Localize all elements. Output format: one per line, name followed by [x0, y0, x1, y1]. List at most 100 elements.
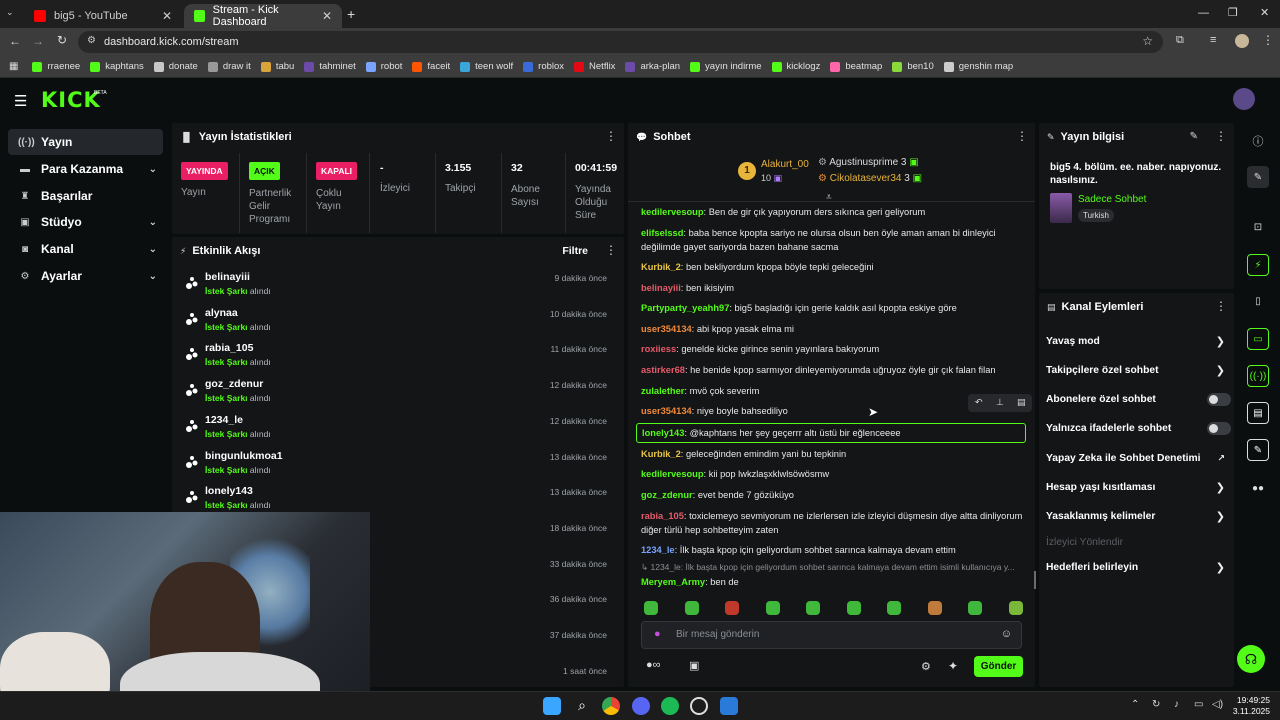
channel-action-item[interactable]: Yapay Zeka ile Sohbet Denetimi ↗ — [1046, 448, 1231, 468]
leader-name[interactable]: Agustinusprime — [829, 157, 898, 168]
channel-action-item[interactable]: Hedefleri belirleyin ❯ — [1046, 557, 1231, 577]
chat-scrollbar[interactable] — [1034, 571, 1036, 589]
chat-message[interactable]: 1234_le: İlk başta kpop için geliyordum … — [641, 543, 1026, 557]
bookmark-item[interactable]: yayın indirme — [690, 61, 762, 72]
close-tab-icon[interactable]: ✕ — [322, 9, 332, 23]
windows-start-icon[interactable] — [543, 697, 561, 715]
sidebar-item-kanal[interactable]: ◙ Kanal ⌄ — [8, 236, 163, 262]
bookmark-item[interactable]: tahminet — [304, 61, 356, 72]
sidebar-item-para-kazanma[interactable]: ▬ Para Kazanma ⌄ — [8, 156, 163, 182]
activity-item[interactable]: alynaa İstek Şarkı alındı 10 dakika önce — [172, 302, 617, 338]
emote-icon[interactable] — [887, 601, 901, 615]
chat-message[interactable]: roxiiess: genelde kicke girince senin ya… — [641, 342, 1026, 356]
chat-username[interactable]: 1234_le — [641, 545, 675, 555]
channel-action-item[interactable]: Yasaklanmış kelimeler ❯ — [1046, 506, 1231, 526]
kick-points-icon[interactable]: ●∞ — [646, 659, 661, 671]
rail-edit[interactable]: ✎ — [1240, 166, 1276, 188]
activity-username[interactable]: 1234_le — [205, 414, 243, 426]
emote-icon[interactable] — [684, 601, 699, 615]
chat-message[interactable]: Kurbik_2: geleceğinden emindim yani bu t… — [641, 447, 1026, 461]
apps-grid-icon[interactable]: ▦ — [9, 61, 18, 72]
filter-button[interactable]: Filtre — [562, 245, 588, 257]
rail-tools[interactable]: ✎ — [1240, 438, 1276, 462]
chat-message[interactable]: goz_zdenur: evet bende 7 gözüküyo — [641, 488, 1026, 502]
chat-username[interactable]: lonely143 — [642, 428, 684, 438]
rail-activity[interactable]: ⚡ — [1240, 253, 1276, 277]
pin-icon[interactable]: ⊥ — [996, 397, 1004, 408]
activity-username[interactable]: belinayiii — [205, 271, 250, 283]
toggle-switch[interactable] — [1207, 392, 1231, 406]
activity-username[interactable]: bingunlukmoa1 — [205, 450, 283, 462]
emote-icon[interactable] — [765, 601, 780, 615]
chat-username[interactable]: zulalether — [641, 386, 684, 396]
emote-icon[interactable] — [846, 601, 861, 615]
new-tab-icon[interactable]: + — [347, 6, 355, 22]
edit-icon[interactable]: ✎ — [1190, 131, 1198, 142]
rail-chat[interactable]: ▭ — [1240, 327, 1276, 351]
bookmark-item[interactable]: ben10 — [892, 61, 934, 72]
chat-username[interactable]: user354134 — [641, 324, 692, 334]
kick-logo[interactable]: KICK — [41, 88, 101, 112]
activity-item[interactable]: bingunlukmoa1 İstek Şarkı alındı 13 dakika… — [172, 445, 617, 481]
activity-item[interactable]: goz_zdenur İstek Şarkı alındı 12 dakika ön… — [172, 373, 617, 409]
bookmark-item[interactable]: kaphtans — [90, 61, 144, 72]
more-options-icon[interactable]: ⋮ — [1215, 299, 1227, 313]
sync-icon[interactable]: ↻ — [1152, 699, 1160, 710]
sidebar-item-yayin[interactable]: ((·)) Yayın — [8, 129, 163, 155]
reload-icon[interactable]: ↻ — [57, 33, 67, 47]
rail-broadcast[interactable]: ((·)) — [1240, 364, 1276, 388]
tab-list-icon[interactable]: ⌄ — [6, 7, 22, 21]
bookmark-item[interactable]: faceit — [412, 61, 450, 72]
chat-message[interactable]: Kurbik_2: ben bekliyordum kpopa böyle te… — [641, 260, 1026, 274]
bookmark-item[interactable]: donate — [153, 61, 198, 72]
url-field[interactable]: ⚙ dashboard.kick.com/stream ☆ — [78, 31, 1163, 53]
chat-username[interactable]: Meryem_Army — [641, 577, 705, 587]
bookmark-item[interactable]: Netflix — [574, 61, 615, 72]
chat-message[interactable]: kedilervesoup: kii pop lwkzlaşxklwlsöwös… — [641, 467, 1026, 481]
help-headset-icon[interactable]: ☊ — [1237, 645, 1265, 673]
emoji-icon[interactable]: ☺ — [1001, 628, 1012, 640]
sidebar-item-ayarlar[interactable]: ⚙ Ayarlar ⌄ — [8, 263, 163, 289]
activity-username[interactable]: rabia_105 — [205, 342, 253, 354]
spotify-icon[interactable] — [661, 697, 679, 715]
store-icon[interactable]: ▣ — [689, 659, 699, 672]
more-options-icon[interactable]: ⋮ — [605, 243, 617, 257]
rail-stats[interactable]: ▤ — [1240, 401, 1276, 425]
chat-message[interactable]: Meryem_Army: ben de — [641, 575, 1026, 589]
minimize-icon[interactable]: — — [1198, 7, 1209, 19]
category-link[interactable]: Sadece Sohbet — [1078, 194, 1146, 205]
emote-icon[interactable] — [725, 601, 739, 615]
profile-avatar[interactable] — [1235, 34, 1249, 48]
apps-icon[interactable]: ●● — [1240, 477, 1276, 499]
more-options-icon[interactable]: ⋮ — [1215, 129, 1227, 143]
activity-item[interactable]: 1234_le İstek Şarkı alındı 12 dakika önce — [172, 409, 617, 445]
chat-username[interactable]: roxiiess — [641, 344, 676, 354]
chat-username[interactable]: belinayiii — [641, 283, 681, 293]
send-button[interactable]: Gönder — [974, 656, 1023, 677]
expand-leaderboard-icon[interactable]: ⩡ — [826, 192, 832, 203]
chat-message-highlighted[interactable]: lonely143: @kaphtans her şey geçerrr alt… — [636, 423, 1026, 443]
microphone-icon[interactable]: ● — [654, 628, 661, 640]
chat-username[interactable]: user354134 — [641, 406, 692, 416]
monitor-icon[interactable]: ▭ — [1194, 699, 1203, 710]
activity-item[interactable]: lonely143 İstek Şarkı alındı 13 dakika önc… — [172, 480, 617, 516]
site-info-icon[interactable]: ⚙ — [87, 35, 96, 46]
chat-input-box[interactable]: ● Bir mesaj gönderin ☺ — [641, 621, 1022, 649]
channel-action-item[interactable]: Abonelere özel sohbet — [1046, 389, 1231, 409]
chat-username[interactable]: Partyparty_yeahh97 — [641, 303, 729, 313]
microphone-tray-icon[interactable]: ♪ — [1174, 699, 1179, 710]
bookmark-star-icon[interactable]: ☆ — [1142, 34, 1153, 48]
bookmark-item[interactable]: draw it — [207, 61, 251, 72]
reply-icon[interactable]: ↶ — [975, 397, 983, 408]
media-icon[interactable]: ≡ — [1210, 34, 1216, 46]
gift-sub-icon[interactable]: ✦ — [948, 659, 958, 673]
chat-message[interactable]: rabia_105: toxiclemeyo sevmiyorum ne izl… — [641, 509, 1026, 537]
activity-username[interactable]: goz_zdenur — [205, 378, 263, 390]
bookmark-item[interactable]: genshin map — [943, 61, 1013, 72]
chat-message[interactable]: belinayiii: ben ikisiyim — [641, 281, 1026, 295]
close-window-icon[interactable]: ✕ — [1260, 6, 1269, 19]
more-options-icon[interactable]: ⋮ — [605, 129, 617, 143]
emote-icon[interactable] — [927, 601, 942, 615]
activity-username[interactable]: lonely143 — [205, 485, 253, 497]
chat-username[interactable]: goz_zdenur — [641, 490, 693, 500]
